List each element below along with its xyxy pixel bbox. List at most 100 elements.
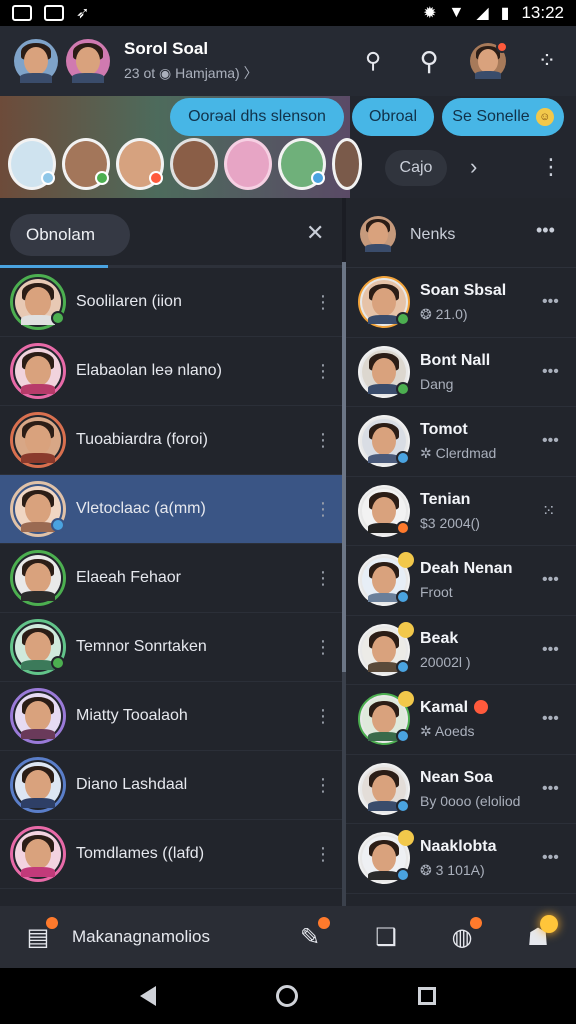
story-avatar[interactable] [116,138,164,190]
list-item[interactable]: Miatty Tooalaoh ⋮ [0,682,342,751]
more-horizontal-icon[interactable]: ••• [542,571,559,589]
list-item[interactable]: Tomdlames ((lafd) ⋮ [0,820,342,889]
contacts-panel: Nenks ••• Soan Sbsal ❂ 21.0) ••• Bont Nal… [346,198,576,906]
story-avatar[interactable] [278,138,326,190]
avatar[interactable] [14,39,58,83]
list-item[interactable]: Temnor Sonrtaken ⋮ [0,613,342,682]
more-vertical-icon[interactable]: ⋮ [314,361,332,382]
avatar [10,619,66,675]
more-horizontal-icon[interactable]: ••• [542,363,559,381]
chat-list-panel: Obnolam ✕ Soolilaren (iion ⋮ Elabaolan l… [0,198,342,906]
more-horizontal-icon[interactable]: ••• [542,710,559,728]
story-chip[interactable]: Oorəal dhs slenson [170,98,344,136]
contact-item[interactable]: Deah Nenan Froot ••• [346,546,576,616]
contact-status: $3 2004() [420,514,480,531]
list-item[interactable]: Soolilaren (iion ⋮ [0,268,342,337]
list-item[interactable]: Vletoclaac (a(mm) ⋮ [0,475,342,544]
story-chip-label: Se Sonelle [452,108,530,125]
story-avatar[interactable] [8,138,56,190]
chat-name: Tuoabiardra (foroi) [76,431,208,448]
contacts-header: Nenks ••• [346,198,576,268]
list-item[interactable]: Elabaolan leə nlano) ⋮ [0,337,342,406]
chat-name: Diano Lashdaal [76,776,188,793]
more-horizontal-icon[interactable]: ••• [542,849,559,867]
toolbar-actions: ✎ ❑ ◍ ☗ [294,914,558,952]
more-vertical-icon[interactable]: ⋮ [314,499,332,520]
contact-name: Kamal [420,699,489,717]
clock: 13:22 [521,3,564,22]
avatar [10,412,66,468]
profile-avatar[interactable] [470,41,508,79]
story-chip[interactable]: Se Sonelle ☺ [442,98,564,136]
more-vertical-icon[interactable]: ⋮ [314,637,332,658]
more-horizontal-icon[interactable]: ••• [542,780,559,798]
bookmark-icon[interactable]: ❑ [370,923,402,952]
recent-apps-icon[interactable] [418,987,436,1005]
chat-name: Temnor Sonrtaken [76,638,207,655]
search-icon[interactable]: ⚲ [358,48,388,74]
close-icon[interactable]: ✕ [306,220,324,246]
header-titles: Sorol Soal 23 ot ◉ Hamjama) 〉 [124,39,258,83]
avatar [10,757,66,813]
toolbar-label[interactable]: Makanagnamolios [72,927,210,947]
story-chip[interactable]: Obroal [352,98,434,136]
more-vertical-icon[interactable]: ⋮ [314,844,332,865]
notification-badge [318,916,330,929]
chat-name: Soolilaren (iion [76,293,182,310]
search-icon[interactable]: ⚲ [414,46,444,77]
more-vertical-icon[interactable]: ⋮ [314,430,332,451]
back-icon[interactable] [140,986,156,1006]
more-vertical-icon[interactable]: ⋮ [314,568,332,589]
document-icon[interactable]: ▤ [22,916,58,952]
story-avatar[interactable] [62,138,110,190]
more-horizontal-icon[interactable]: ••• [536,220,555,241]
home-icon[interactable] [276,985,298,1007]
contact-item[interactable]: Tenian $3 2004() ⁙ [346,477,576,546]
more-horizontal-icon[interactable]: ••• [542,641,559,659]
more-vertical-icon[interactable]: ⋮ [314,775,332,796]
avatar[interactable] [66,39,110,83]
story-avatar[interactable] [332,138,362,190]
contact-item[interactable]: Beak 20002l ) ••• [346,616,576,685]
chat-name: Miatty Tooalaoh [76,707,188,724]
list-item[interactable]: Diano Lashdaal ⋮ [0,751,342,820]
header-actions: ⚲ ⚲ ⁘ [358,41,562,79]
page-subtitle: 23 ot ◉ Hamjama) 〉 [124,65,258,81]
more-horizontal-icon[interactable]: ••• [542,293,559,311]
story-avatar[interactable] [224,138,272,190]
contact-item[interactable]: Bont Nall Dang ••• [346,338,576,407]
list-item[interactable]: Elaeah Fehaor ⋮ [0,544,342,613]
contact-item[interactable]: Tomot ✲ Clerdmad ••• [346,407,576,477]
more-horizontal-icon[interactable]: ••• [542,432,559,450]
chat-filter-pill[interactable]: Obnolam [10,214,130,256]
avatar[interactable] [360,216,396,252]
status-left: ➶ [12,3,89,23]
app-header: Sorol Soal 23 ot ◉ Hamjama) 〉 ⚲ ⚲ ⁘ [0,26,576,96]
chevron-right-icon[interactable]: › [470,154,477,180]
list-item[interactable]: Tuoabiardra (foroi) ⋮ [0,406,342,475]
contact-item[interactable]: Soan Sbsal ❂ 21.0) ••• [346,268,576,338]
contact-item[interactable]: Nean Soa By 0ooo (eloliod ••• [346,755,576,824]
contact-item[interactable]: Naaklobta ❂ 3 101A) ••• [346,824,576,894]
grid-menu-icon[interactable]: ⁘ [532,48,562,74]
grid-icon[interactable]: ⁙ [542,501,555,521]
contact-item[interactable]: Kamal ✲ Aoeds ••• [346,685,576,755]
more-vertical-icon[interactable]: ⋮ [314,292,332,313]
contact-status: By 0ooo (eloliod [420,792,521,809]
chat-bubble-icon[interactable]: ◍ [446,916,482,952]
emoji-icon [398,621,414,638]
more-vertical-icon[interactable]: ⋮ [540,154,562,180]
pin-icon[interactable]: ✎ [294,916,330,952]
more-vertical-icon[interactable]: ⋮ [314,706,332,727]
avatar [358,276,410,329]
avatar [10,343,66,399]
avatar [358,552,414,607]
stories-filter-pill[interactable]: Cajo [385,150,447,186]
contact-status: 20002l ) [420,653,471,670]
notification-badge [496,41,508,53]
profile-icon[interactable]: ☗ [522,914,558,952]
contact-name: Naaklobta [420,837,497,855]
story-avatar[interactable] [170,138,218,190]
stories-strip: Oorəal dhs slenson Obroal Se Sonelle ☺ C… [0,96,576,198]
contact-name: Nean Soa [420,768,493,786]
